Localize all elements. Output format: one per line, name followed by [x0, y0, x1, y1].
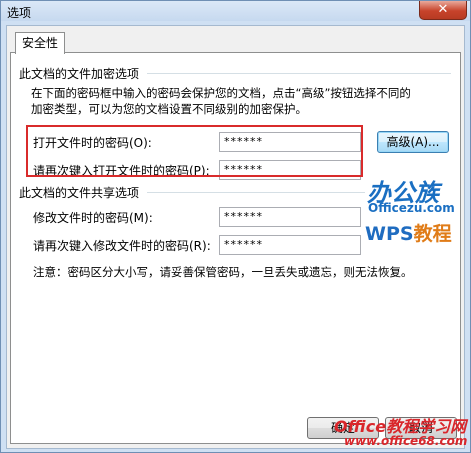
- close-button[interactable]: ✕: [419, 1, 467, 20]
- encrypt-description-line2: 加密类型，可以为您的文档设置不同级别的加密保护。: [31, 102, 307, 116]
- advanced-button[interactable]: 高级(A)...: [377, 131, 449, 153]
- dialog-title: 选项: [7, 6, 32, 20]
- reenter-modify-password-label: 请再次键入修改文件时的密码(R):: [33, 239, 211, 253]
- watermark-officezu-url: Officezu.com: [368, 201, 455, 215]
- tab-security[interactable]: 安全性: [15, 32, 65, 54]
- modify-password-field[interactable]: ******: [219, 207, 361, 227]
- section-divider: [147, 73, 451, 74]
- highlight-box: [26, 125, 363, 177]
- encrypt-description-line1: 在下面的密码框中输入的密码会保护您的文档，点击“高级”按钮选择不同的: [31, 86, 411, 100]
- security-tab-panel: 此文档的文件加密选项 在下面的密码框中输入的密码会保护您的文档，点击“高级”按钮…: [10, 52, 461, 444]
- reenter-modify-password-field[interactable]: ******: [219, 235, 361, 255]
- section-divider: [147, 192, 365, 193]
- watermark-wps-tutorial: WPS教程: [365, 219, 452, 246]
- options-dialog: 选项 ✕ 安全性 此文档的文件加密选项 在下面的密码框中输入的密码会保护您的文档…: [0, 0, 471, 453]
- watermark-tutorial: 教程: [413, 223, 452, 245]
- title-bar[interactable]: 选项 ✕: [1, 1, 470, 21]
- share-section-heading: 此文档的文件共享选项: [19, 186, 140, 200]
- encrypt-section-heading: 此文档的文件加密选项: [19, 67, 140, 81]
- password-note: 注意：密码区分大小写，请妥善保管密码，一旦丢失或遗忘，则无法恢复。: [33, 265, 413, 279]
- watermark-wps: WPS: [365, 223, 414, 245]
- modify-password-label: 修改文件时的密码(M):: [33, 211, 153, 225]
- watermark-office68-url: www.office68.com: [344, 434, 468, 448]
